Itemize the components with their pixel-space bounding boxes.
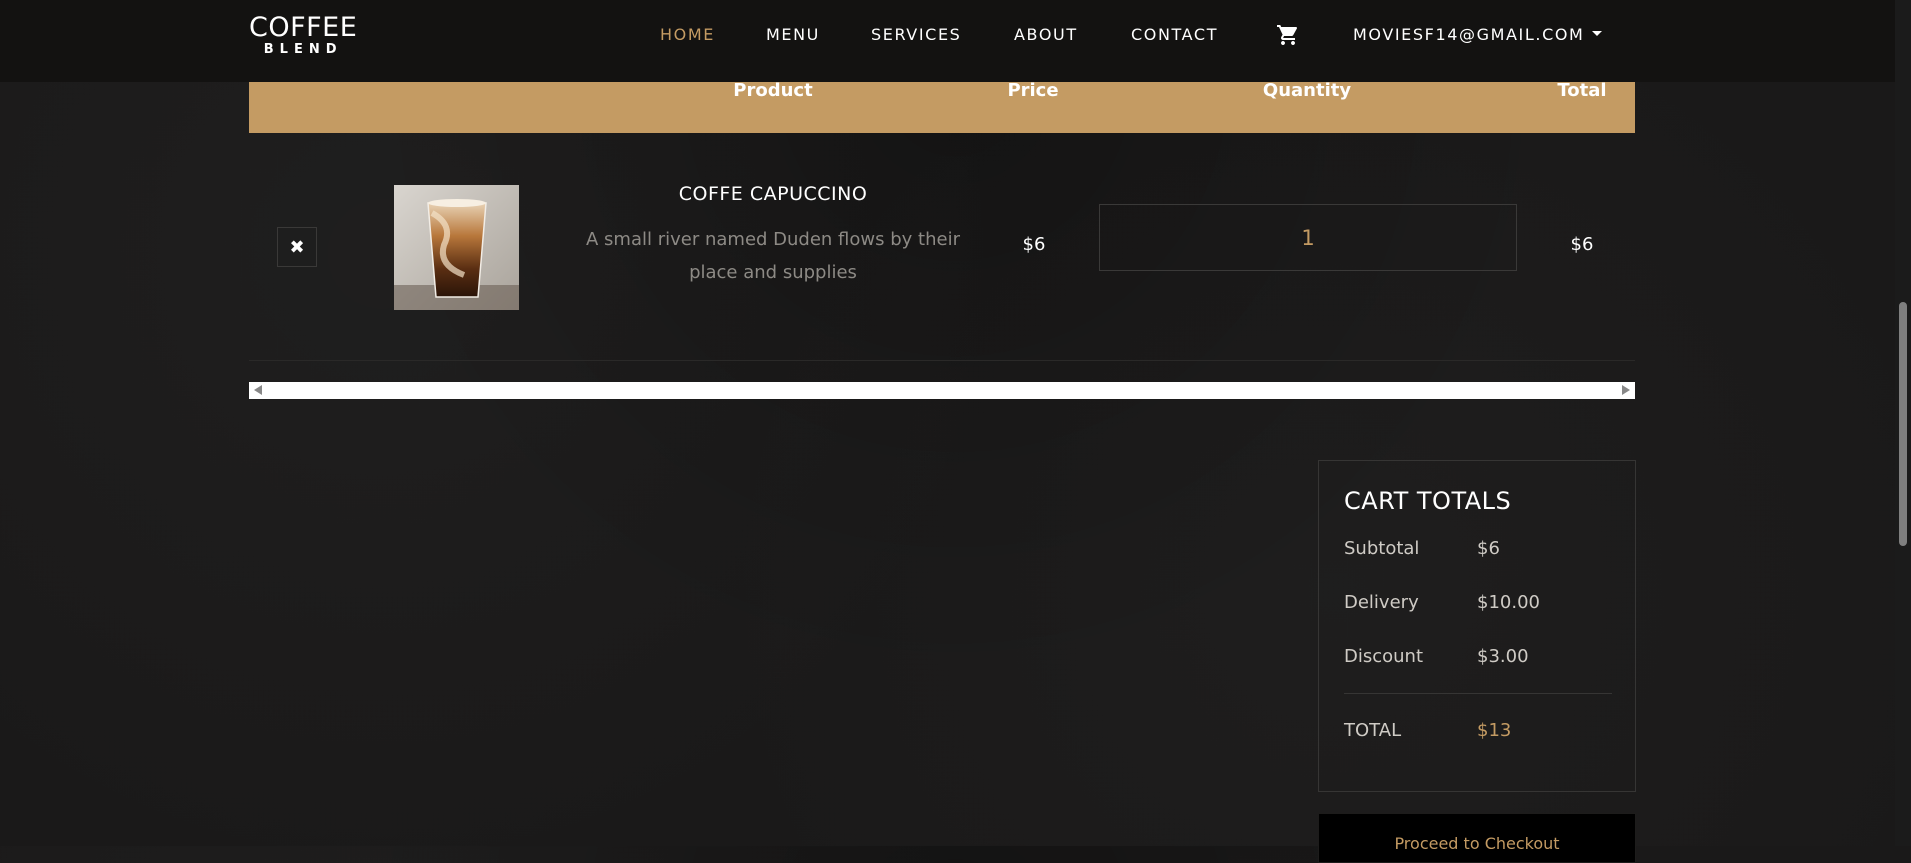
subtotal-label: Subtotal (1344, 538, 1420, 559)
subtotal-value: $6 (1477, 538, 1500, 559)
chevron-down-icon (1592, 31, 1603, 36)
header-product: Product (733, 80, 813, 101)
header-total: Total (1557, 80, 1607, 101)
cart-icon[interactable] (1275, 23, 1301, 47)
scroll-right-icon[interactable] (1622, 385, 1630, 395)
nav-about[interactable]: ABOUT (1014, 25, 1078, 44)
cart-table-header: Product Price Quantity Total (249, 80, 1635, 133)
product-price: $6 (1022, 234, 1046, 255)
brand-title: COFFEE (249, 12, 358, 43)
scrollbar-thumb[interactable] (1899, 302, 1907, 546)
quantity-input[interactable] (1099, 204, 1517, 271)
header-quantity: Quantity (1262, 80, 1352, 101)
cart-totals-title: CART TOTALS (1344, 487, 1512, 515)
account-email: MOVIESF14@GMAIL.COM (1353, 25, 1585, 44)
nav-contact[interactable]: CONTACT (1131, 25, 1218, 44)
product-image (394, 185, 519, 310)
header-price: Price (1007, 80, 1059, 101)
nav-home[interactable]: HOME (660, 25, 715, 44)
discount-label: Discount (1344, 646, 1424, 667)
divider (1344, 693, 1612, 694)
proceed-to-checkout-button[interactable]: Proceed to Checkout (1318, 813, 1636, 863)
row-total: $6 (1570, 234, 1594, 255)
nav-menu[interactable]: MENU (766, 25, 820, 44)
delivery-value: $10.00 (1477, 592, 1540, 613)
delivery-label: Delivery (1344, 592, 1419, 613)
navbar: COFFEE BLEND HOME MENU SERVICES ABOUT CO… (0, 0, 1895, 82)
product-name: COFFE CAPUCCINO (678, 183, 868, 205)
vertical-scrollbar[interactable] (1895, 0, 1911, 846)
account-dropdown[interactable]: MOVIESF14@GMAIL.COM (1353, 25, 1603, 44)
total-label: TOTAL (1344, 720, 1402, 741)
table-row: ✖ COFFE CAPUCCINO A small river named Du… (249, 133, 1635, 361)
total-value: $13 (1477, 720, 1512, 741)
product-description: A small river named Duden flows by their… (586, 229, 960, 283)
brand-subtitle: BLEND (263, 42, 343, 57)
iced-coffee-image (394, 185, 519, 310)
remove-item-button[interactable]: ✖ (277, 227, 317, 267)
discount-value: $3.00 (1477, 646, 1529, 667)
scroll-left-icon[interactable] (254, 385, 262, 395)
close-icon: ✖ (289, 236, 305, 258)
cart-totals-panel: CART TOTALS Subtotal $6 Delivery $10.00 … (1318, 460, 1636, 792)
horizontal-scrollbar[interactable] (249, 382, 1635, 399)
nav-services[interactable]: SERVICES (871, 25, 961, 44)
brand-logo[interactable]: COFFEE BLEND (249, 14, 357, 56)
